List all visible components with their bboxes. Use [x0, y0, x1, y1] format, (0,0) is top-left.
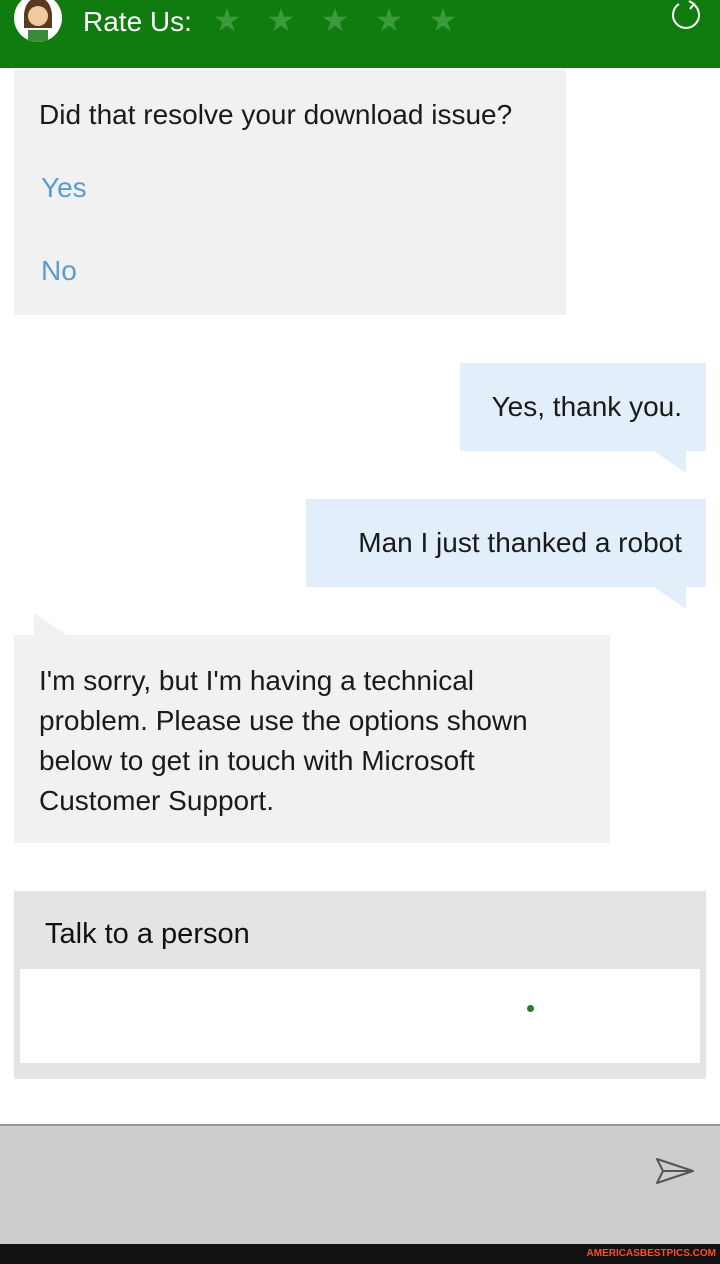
bot-message-text: I'm sorry, but I'm having a technical pr… — [39, 665, 528, 816]
user-message: Man I just thanked a robot — [306, 499, 706, 609]
refresh-icon[interactable] — [669, 0, 703, 30]
bot-message-text: Did that resolve your download issue? — [39, 99, 513, 130]
bubble-tail — [654, 587, 686, 609]
option-yes-link[interactable]: Yes — [41, 171, 87, 205]
star-icon[interactable]: ★ — [266, 2, 296, 38]
star-icon[interactable]: ★ — [320, 2, 350, 38]
card-content-area — [20, 969, 700, 1063]
loading-dot-icon — [527, 1005, 534, 1012]
bot-message: Did that resolve your download issue? Ye… — [14, 70, 566, 315]
user-message-text: Yes, thank you. — [491, 391, 682, 422]
card-title: Talk to a person — [45, 918, 250, 950]
bot-message: I'm sorry, but I'm having a technical pr… — [14, 613, 610, 843]
agent-avatar-icon — [14, 0, 62, 42]
star-icon[interactable]: ★ — [374, 2, 404, 38]
send-icon[interactable] — [655, 1156, 695, 1186]
star-icon[interactable]: ★ — [212, 2, 242, 38]
bubble-tail — [34, 613, 66, 635]
option-no-link[interactable]: No — [41, 254, 77, 288]
star-icon[interactable]: ★ — [428, 2, 458, 38]
user-message-text: Man I just thanked a robot — [358, 527, 682, 558]
watermark-text: AMERICASBESTPICS.COM — [586, 1248, 716, 1259]
talk-to-person-card: Talk to a person — [14, 891, 706, 1079]
rate-us-label: Rate Us: — [83, 6, 192, 37]
star-rating[interactable]: ★ ★ ★ ★ ★ — [212, 2, 458, 38]
app-header: Rate Us: ★ ★ ★ ★ ★ — [0, 0, 720, 68]
message-input-bar[interactable] — [0, 1124, 720, 1244]
user-message: Yes, thank you. — [460, 363, 706, 473]
watermark-bar: AMERICASBESTPICS.COM — [0, 1244, 720, 1264]
bubble-tail — [654, 451, 686, 473]
